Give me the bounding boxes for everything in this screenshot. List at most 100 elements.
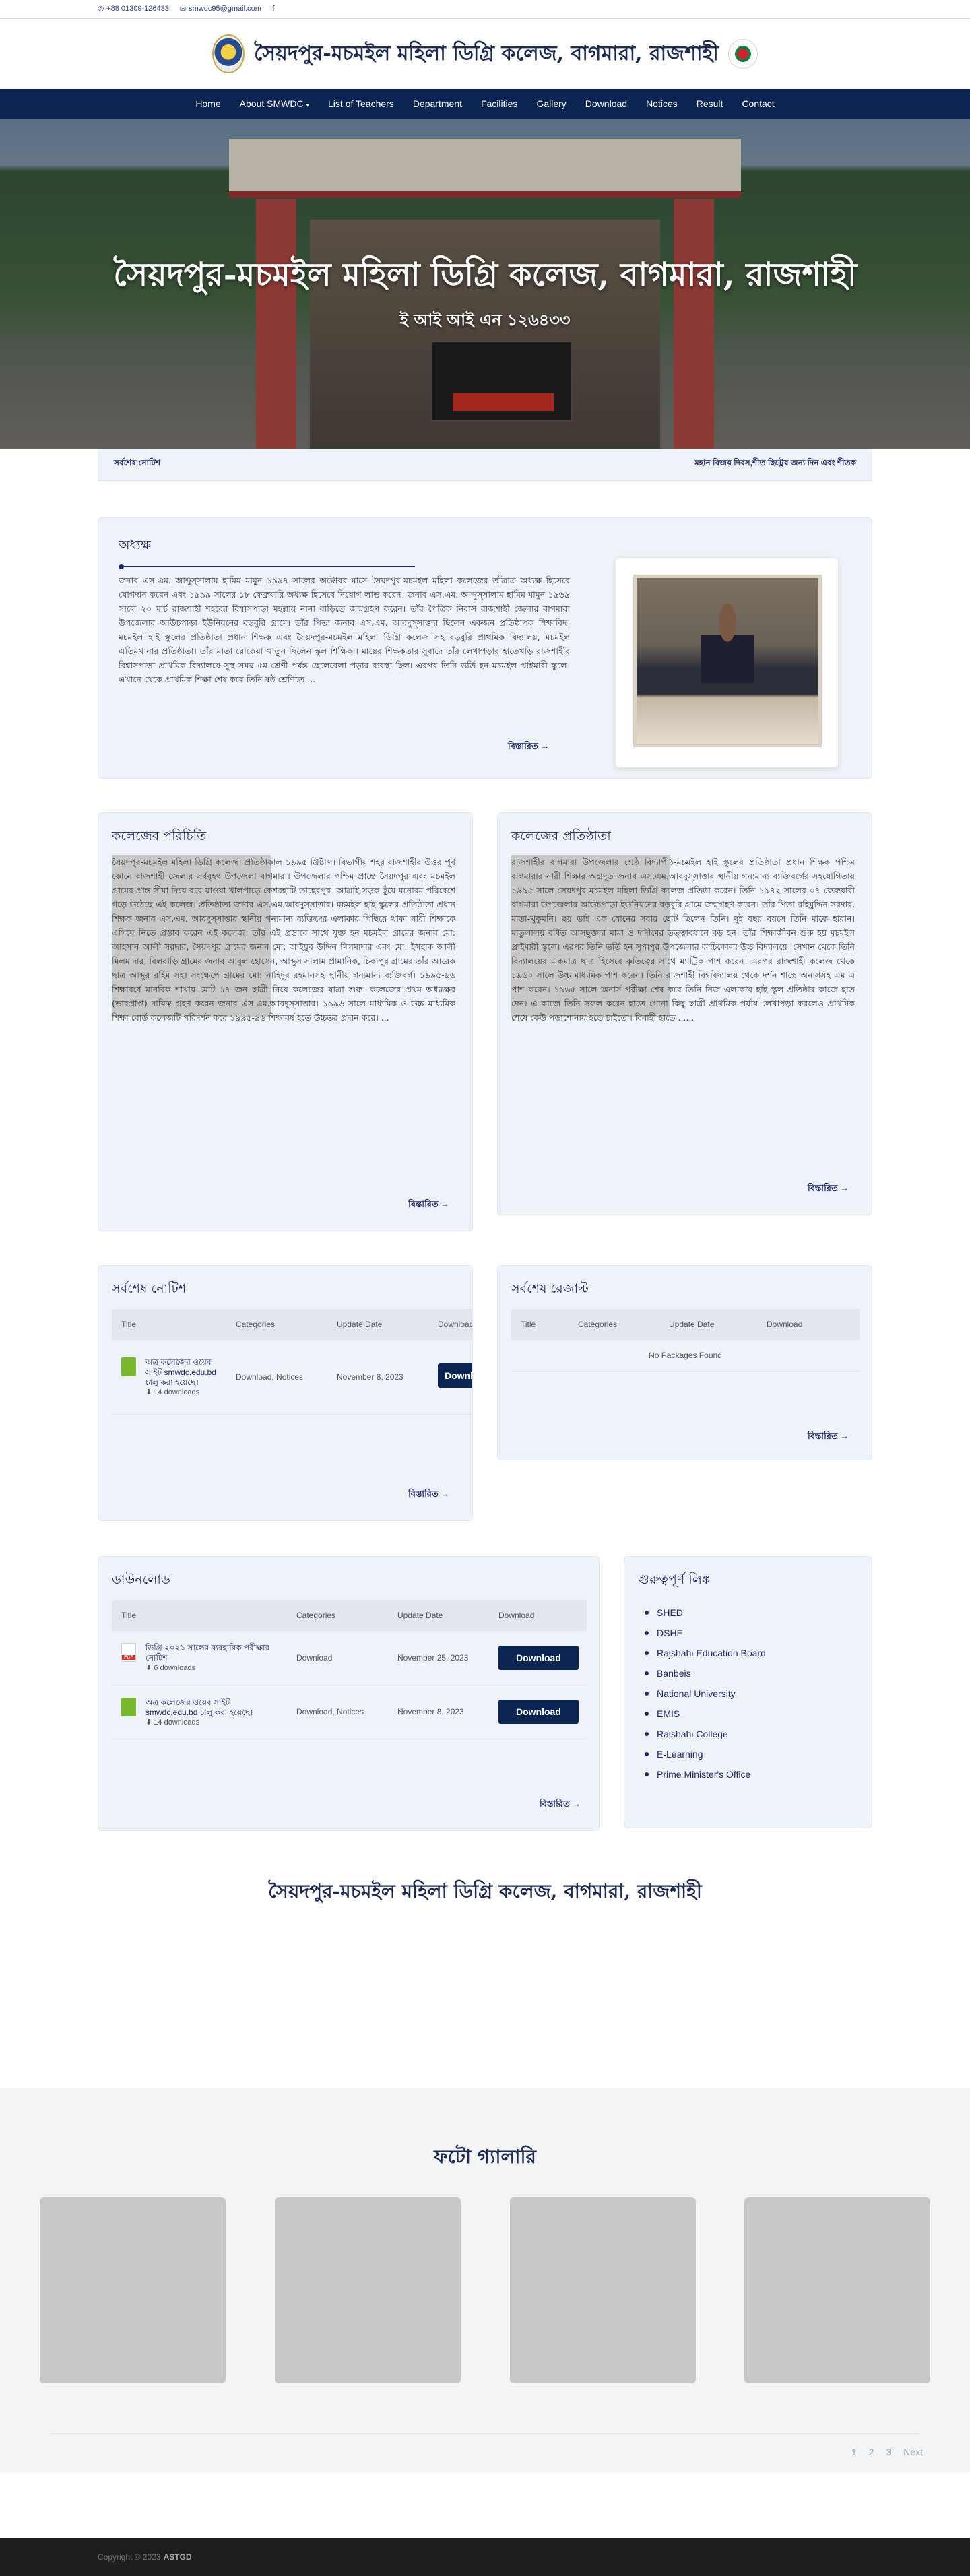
download-button[interactable]: Download (498, 1700, 579, 1724)
facebook-icon: f (271, 5, 275, 13)
results-heading: সর্বশেষ রেজাল্ট (511, 1281, 589, 1296)
download-title-link[interactable]: অত্র কলেজের ওয়েব সাইট smwdc.edu.bd চালু… (146, 1698, 273, 1718)
download-count: ⬇ 6 downloads (146, 1663, 273, 1672)
important-links-list: SHED DSHE Rajshahi Education Board Banbe… (638, 1603, 858, 1784)
intro-more-link[interactable]: বিস্তারিত → (408, 1198, 449, 1213)
ticker-text[interactable]: মহান বিজয় দিবস,শীত ছিট্রের জন্য দিন এবং… (249, 457, 856, 471)
nav-facilities[interactable]: Facilities (481, 98, 517, 109)
latest-notices-section: সর্বশেষ নোটিশ Title Categories Update Da… (98, 1265, 473, 1521)
download-button[interactable]: Download (438, 1363, 472, 1388)
founder-more-link[interactable]: বিস্তারিত → (808, 1182, 849, 1196)
nav-about[interactable]: About SMWDC ▾ (240, 98, 309, 109)
principal-photo (633, 575, 822, 747)
download-count-value: 6 downloads (154, 1664, 196, 1673)
file-icon (121, 1357, 136, 1376)
nav-home[interactable]: Home (195, 98, 220, 109)
page-2[interactable]: 2 (869, 2447, 874, 2457)
chevron-down-icon: ▾ (306, 102, 310, 108)
footer: Copyright © 2023 ASTGD (0, 2538, 970, 2576)
intro-heading: কলেজের পরিচিতি (112, 829, 207, 843)
nav-gallery[interactable]: Gallery (536, 98, 566, 109)
file-icon (121, 1697, 136, 1716)
download-count: ⬇ 14 downloads (146, 1388, 220, 1396)
link-item[interactable]: EMIS (645, 1704, 858, 1724)
nav-teachers[interactable]: List of Teachers (328, 98, 394, 109)
link-label: DSHE (657, 1628, 683, 1638)
company-link[interactable]: ASTGD (164, 2552, 192, 2562)
principal-heading: অধ্যক্ষ (119, 538, 152, 552)
link-item[interactable]: Prime Minister's Office (645, 1764, 858, 1784)
downloads-table: Title Categories Update Date Download ডি… (112, 1600, 587, 1739)
hero-title: সৈয়দপুর-মচমইল মহিলা ডিগ্রি কলেজ, বাগমার… (113, 256, 857, 294)
college-intro-section: কলেজের পরিচিতি সৈয়দপুর-মচমইল মহিলা ডিগ্… (98, 812, 473, 1231)
main-navigation: Home About SMWDC ▾ List of Teachers Depa… (0, 89, 970, 119)
brand-header: সৈয়দপুর-মচমইল মহিলা ডিগ্রি কলেজ, বাগমার… (0, 19, 970, 89)
link-item[interactable]: Banbeis (645, 1663, 858, 1683)
notice-date: November 8, 2023 (321, 1340, 422, 1415)
link-item[interactable]: SHED (645, 1603, 858, 1623)
link-label: Rajshahi Education Board (657, 1648, 766, 1659)
download-button[interactable]: Download (498, 1645, 579, 1670)
link-item[interactable]: Rajshahi Education Board (645, 1643, 858, 1663)
founder-heading: কলেজের প্রতিষ্ঠাতা (511, 829, 611, 843)
notices-table: Title Categories Update Date Download অত… (112, 1309, 472, 1415)
gallery-heading: ফটো গ্যালারি (434, 2146, 536, 2168)
facebook-link[interactable]: f (272, 5, 275, 13)
nav-about-label: About SMWDC (239, 98, 304, 109)
government-logo (728, 39, 758, 69)
results-more-link[interactable]: বিস্তারিত → (808, 1430, 849, 1444)
page-next[interactable]: Next (903, 2447, 923, 2457)
pdf-icon (121, 1643, 136, 1663)
link-label: Prime Minister's Office (657, 1769, 751, 1780)
notice-title-link[interactable]: অত্র কলেজের ওয়েব সাইট smwdc.edu.bd চালু… (146, 1357, 220, 1388)
notice-ticker: সর্বশেষ নোটিশ মহান বিজয় দিবস,শীত ছিট্রে… (98, 449, 872, 481)
gallery-image[interactable] (275, 2197, 461, 2383)
link-item[interactable]: National University (645, 1683, 858, 1704)
link-label: Banbeis (657, 1668, 691, 1679)
nav-notices[interactable]: Notices (646, 98, 678, 109)
email-contact[interactable]: ✉ smwdc95@gmail.com (180, 5, 261, 13)
college-logo[interactable] (212, 34, 245, 73)
link-item[interactable]: E-Learning (645, 1744, 858, 1764)
download-count-value: 14 downloads (154, 1718, 200, 1727)
nav-contact[interactable]: Contact (742, 98, 774, 109)
nav-download[interactable]: Download (585, 98, 627, 109)
column-download: Download (422, 1309, 472, 1340)
phone-contact[interactable]: ✆ +88 01309-126433 (98, 5, 169, 13)
principal-photo-frame (616, 558, 838, 767)
table-row: অত্র কলেজের ওয়েব সাইট smwdc.edu.bd চালু… (112, 1340, 472, 1415)
link-label: National University (657, 1688, 736, 1699)
column-title: Title (112, 1309, 220, 1340)
download-title-link[interactable]: ডিগ্রি ২০২১ সালের ব্যবহারিক পরীক্ষার নোট… (146, 1643, 273, 1663)
download-count-value: 14 downloads (154, 1388, 200, 1396)
link-item[interactable]: Rajshahi College (645, 1724, 858, 1744)
download-count-icon: ⬇ (146, 1388, 152, 1396)
downloads-more-link[interactable]: বিস্তারিত → (540, 1798, 581, 1812)
gallery-image[interactable] (510, 2197, 696, 2383)
notices-more-link[interactable]: বিস্তারিত → (408, 1488, 449, 1502)
column-title: Title (511, 1309, 562, 1340)
college-founder-section: কলেজের প্রতিষ্ঠাতা রাজশাহীর বাগমারা উপজে… (497, 812, 872, 1215)
page-3[interactable]: 3 (886, 2447, 891, 2457)
intro-text: সৈয়দপুর-মচমইল মহিলা ডিগ্রি কলেজ। প্রতিষ… (112, 857, 455, 1023)
column-update-date: Update Date (653, 1309, 750, 1340)
gallery-image[interactable] (40, 2197, 226, 2383)
links-heading: গুরুত্বপূর্ণ লিঙ্ক (638, 1572, 710, 1587)
nav-result[interactable]: Result (697, 98, 723, 109)
link-item[interactable]: DSHE (645, 1623, 858, 1643)
top-bar: ✆ +88 01309-126433 ✉ smwdc95@gmail.com f (0, 0, 970, 19)
gallery-image[interactable] (744, 2197, 930, 2383)
nav-department[interactable]: Department (413, 98, 462, 109)
principal-more-link[interactable]: বিস্তারিত → (508, 740, 549, 754)
founder-text: রাজশাহীর বাগমারা উপজেলার শ্রেষ্ঠ বিদ্যাপ… (511, 857, 855, 1023)
column-update-date: Update Date (321, 1309, 422, 1340)
college-title: সৈয়দপুর-মচমইল মহিলা ডিগ্রি কলেজ, বাগমার… (254, 41, 719, 65)
phone-icon: ✆ (98, 5, 104, 13)
latest-results-section: সর্বশেষ রেজাল্ট Title Categories Update … (497, 1265, 872, 1460)
page-1[interactable]: 1 (851, 2447, 857, 2457)
results-table: Title Categories Update Date Download No… (511, 1309, 860, 1372)
column-categories: Categories (562, 1309, 653, 1340)
important-links-section: গুরুত্বপূর্ণ লিঙ্ক SHED DSHE Rajshahi Ed… (624, 1556, 872, 1828)
link-label: SHED (657, 1607, 683, 1618)
email-icon: ✉ (179, 5, 187, 13)
